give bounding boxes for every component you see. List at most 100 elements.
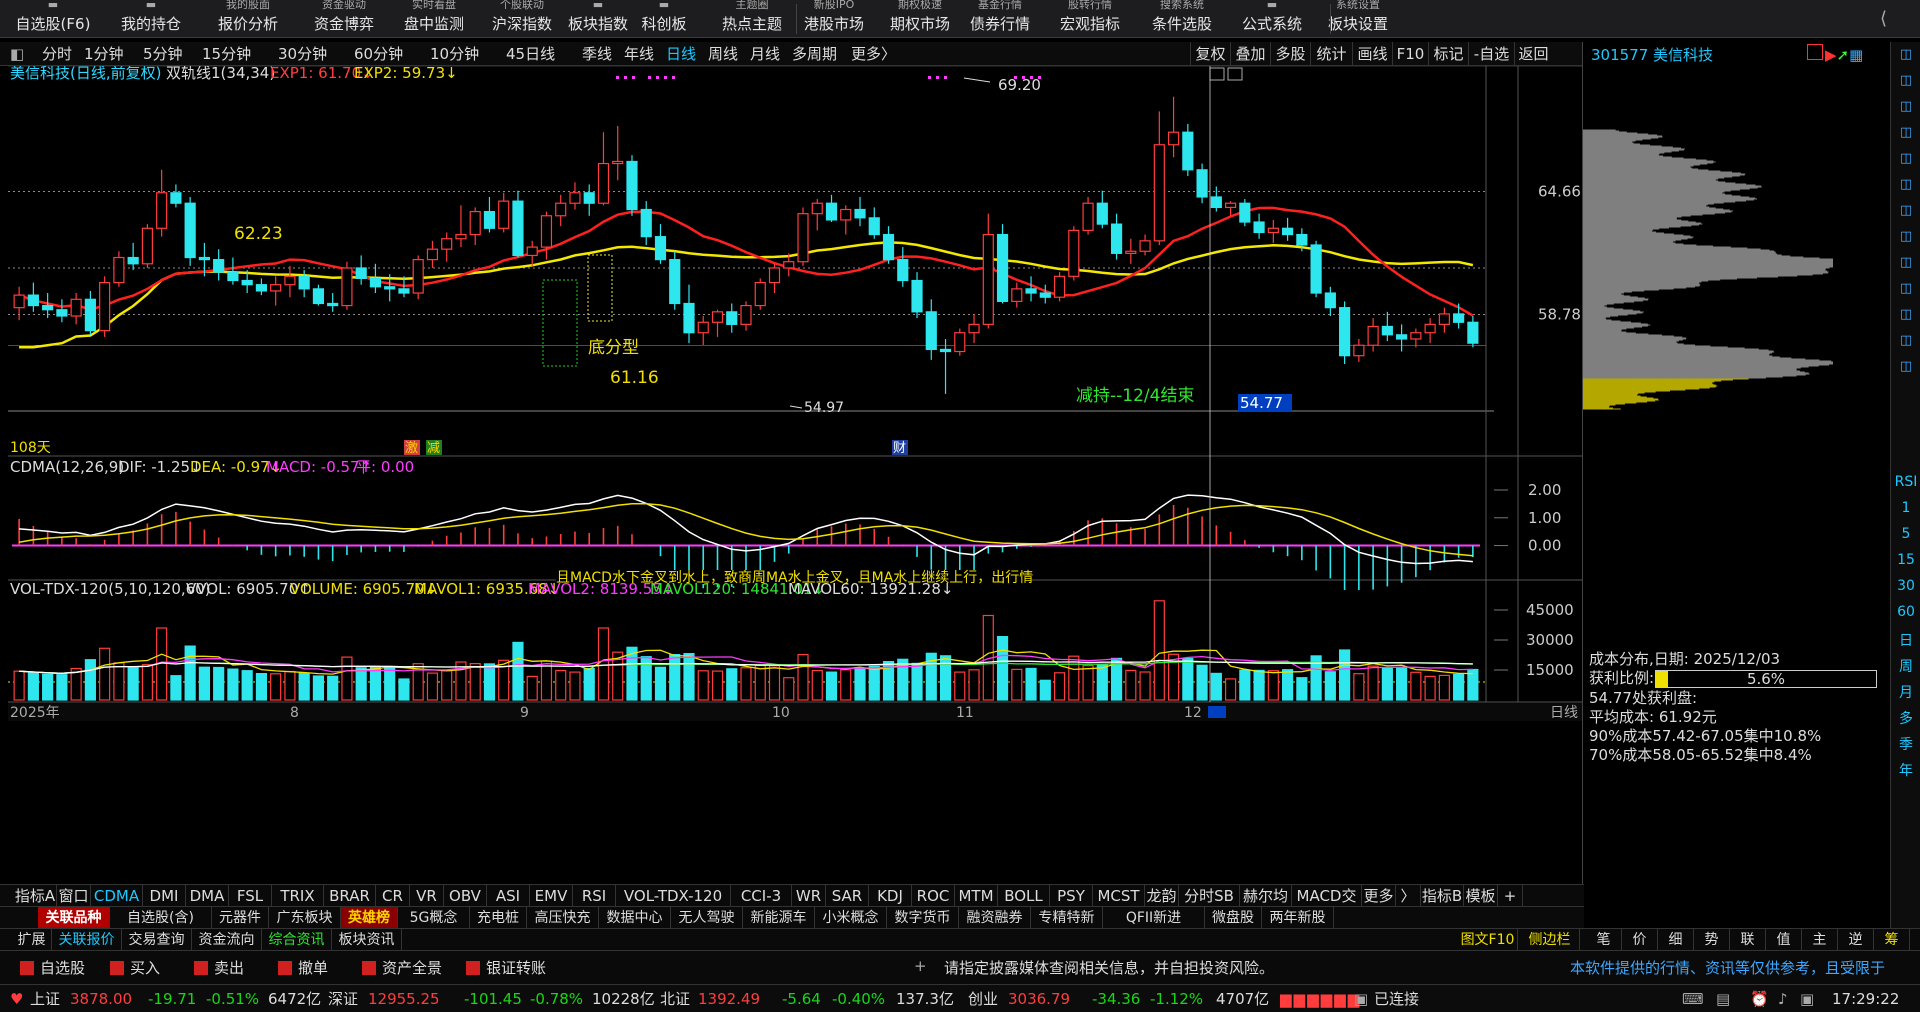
indicator-tab-25[interactable]: 分时SB点: [1179, 885, 1240, 927]
board-tab-5[interactable]: 5G概念: [398, 907, 470, 929]
indicator-tab-29[interactable]: 〉: [1396, 885, 1421, 907]
indicator-tab-10[interactable]: OBV: [444, 885, 487, 907]
toolbar-formula[interactable]: ▬ 公式系统: [1230, 0, 1314, 38]
indicator-tab-24[interactable]: 龙韵: [1145, 885, 1179, 907]
period-8[interactable]: 季线: [582, 42, 612, 66]
board-tab-12[interactable]: 数字货币: [887, 907, 959, 929]
vt-label-1[interactable]: 1: [1891, 500, 1920, 516]
sz-label[interactable]: 深证: [328, 985, 358, 1012]
circle-icon[interactable]: ◫: [1895, 44, 1917, 66]
indicator-tab-4[interactable]: DMA: [186, 885, 229, 907]
toolbar-btn-5[interactable]: F10: [1392, 42, 1428, 66]
board-tab-6[interactable]: 充电桩: [470, 907, 527, 929]
indicator-tab-30[interactable]: 指标B: [1421, 885, 1464, 907]
indicator-tab-14[interactable]: VOL-TDX-120: [616, 885, 731, 907]
bottom-tab-0[interactable]: 扩展: [12, 929, 52, 951]
bz-label[interactable]: 北证: [660, 985, 690, 1012]
indicator-tab-11[interactable]: ASI: [487, 885, 530, 907]
sh-label[interactable]: 上证: [30, 985, 60, 1012]
arrow-up-icon[interactable]: ➚: [1837, 46, 1850, 64]
toolbar-expand-icon[interactable]: ⟨: [1880, 8, 1887, 29]
side-tab-8[interactable]: 筹: [1874, 929, 1910, 951]
vt-label-4[interactable]: 30: [1891, 578, 1920, 594]
toolbar-bond[interactable]: 基金行情 债券行情: [958, 0, 1042, 38]
toolbar-quote[interactable]: 我的股面 报价分析: [206, 0, 290, 38]
indicator-tab-17[interactable]: SAR: [826, 885, 869, 907]
flag-icon[interactable]: ▶: [1825, 46, 1837, 64]
f10-icon[interactable]: ◫: [1895, 252, 1917, 274]
bottom-tab-4[interactable]: 综合资讯: [262, 929, 332, 951]
list-icon[interactable]: ◫: [1895, 226, 1917, 248]
toolbar-index[interactable]: 个股联动 沪深指数: [480, 0, 564, 38]
toolbar-star-board[interactable]: ▬ 科创板: [622, 0, 706, 38]
period-9[interactable]: 年线: [624, 42, 654, 66]
connection-status[interactable]: 已连接: [1374, 985, 1419, 1012]
chart-a-icon[interactable]: ◫: [1895, 122, 1917, 144]
side-tab-3[interactable]: 势: [1694, 929, 1730, 951]
vt-label-10[interactable]: 季: [1891, 734, 1920, 754]
board-tab-3[interactable]: 广东板块: [269, 907, 341, 929]
indicator-tab-15[interactable]: CCI-3: [731, 885, 792, 907]
settings-icon[interactable]: ◫: [1895, 356, 1917, 378]
toolbar-option[interactable]: 期权极速 期权市场: [878, 0, 962, 38]
indicator-tab-8[interactable]: CR: [376, 885, 410, 907]
vt-label-3[interactable]: 15: [1891, 552, 1920, 568]
indicator-tab-13[interactable]: RSI: [573, 885, 616, 907]
toolbar-theme[interactable]: 主题圈 热点主题: [710, 0, 794, 38]
line-icon[interactable]: ◫: [1895, 174, 1917, 196]
bottom-right-1[interactable]: 侧边栏: [1520, 929, 1580, 951]
toolbar-btn-8[interactable]: 返回: [1514, 42, 1552, 66]
indicator-tab-20[interactable]: MTM: [955, 885, 998, 907]
period-14[interactable]: 更多〉: [851, 42, 896, 66]
quick-action-4[interactable]: 资产全景: [362, 957, 442, 979]
period-4[interactable]: 30分钟: [278, 42, 327, 66]
bottom-tab-1[interactable]: 关联报价: [52, 929, 122, 951]
board-tab-15[interactable]: QFII新进: [1103, 907, 1205, 929]
vt-label-0[interactable]: RSI: [1891, 474, 1920, 490]
toolbar-star[interactable]: ▬ 自选股(F6): [10, 0, 96, 38]
period-11[interactable]: 周线: [708, 42, 738, 66]
vt-label-2[interactable]: 5: [1891, 526, 1920, 542]
vt-label-11[interactable]: 年: [1891, 760, 1920, 780]
period-5[interactable]: 60分钟: [354, 42, 403, 66]
toolbar-btn-7[interactable]: -自选: [1468, 42, 1514, 66]
indicator-tab-19[interactable]: ROC: [912, 885, 955, 907]
bottom-tab-3[interactable]: 资金流向: [192, 929, 262, 951]
bottom-right-0[interactable]: 图文F10: [1458, 929, 1518, 951]
indicator-tab-26[interactable]: 赫尔均线: [1240, 885, 1292, 927]
vt-label-9[interactable]: 多: [1891, 708, 1920, 728]
vt-label-7[interactable]: 周: [1891, 656, 1920, 676]
flag-icon[interactable]: ◫: [1895, 278, 1917, 300]
indicator-tab-5[interactable]: FSL: [229, 885, 272, 907]
toolbar-btn-6[interactable]: 标记: [1428, 42, 1468, 66]
indicator-tab-7[interactable]: BRAR: [324, 885, 376, 907]
fz-icon[interactable]: ◫: [1895, 304, 1917, 326]
quick-action-2[interactable]: 卖出: [194, 957, 244, 979]
indicator-tab-9[interactable]: VR: [410, 885, 444, 907]
board-tab-14[interactable]: 专精特新: [1031, 907, 1103, 929]
chart-small-icon[interactable]: ▤: [1716, 985, 1730, 1012]
kline-chart-area[interactable]: 64.66 58.78 69.20 54.97 62.23 61.16 底分型 减持--12/…: [8, 64, 1584, 862]
board-tab-17[interactable]: 两年新股: [1262, 907, 1334, 929]
indicator-tab-16[interactable]: WR: [792, 885, 826, 907]
board-tab-2[interactable]: 元器件: [212, 907, 269, 929]
board-tab-9[interactable]: 无人驾驶: [671, 907, 743, 929]
toolbar-hk[interactable]: 新股IPO 港股市场: [792, 0, 876, 38]
indicator-tab-28[interactable]: 更多: [1362, 885, 1396, 907]
bottom-tab-5[interactable]: 板块资讯: [332, 929, 402, 951]
toolbar-btn-2[interactable]: 多股: [1270, 42, 1310, 66]
side-tab-1[interactable]: 价: [1622, 929, 1658, 951]
board-tab-4[interactable]: 英雄榜: [341, 907, 398, 929]
board-tab-0[interactable]: 关联品种: [38, 907, 110, 929]
indicator-tab-23[interactable]: MCST: [1093, 885, 1145, 907]
alarm-icon[interactable]: ⏰: [1750, 985, 1769, 1012]
toolbar-money[interactable]: 资金驱动 资金博弈: [302, 0, 386, 38]
toolbar-wallet[interactable]: ▬ 我的持仓: [108, 0, 194, 38]
indicator-tab-32[interactable]: +: [1498, 885, 1523, 907]
toolbar-btn-3[interactable]: 统计: [1310, 42, 1352, 66]
board-tab-1[interactable]: 自选股(含): [110, 907, 212, 929]
add-icon[interactable]: +: [914, 957, 927, 975]
toolbar-settings[interactable]: 系统设置 板块设置: [1316, 0, 1400, 38]
side-tab-7[interactable]: 逆: [1838, 929, 1874, 951]
period-2[interactable]: 5分钟: [143, 42, 183, 66]
